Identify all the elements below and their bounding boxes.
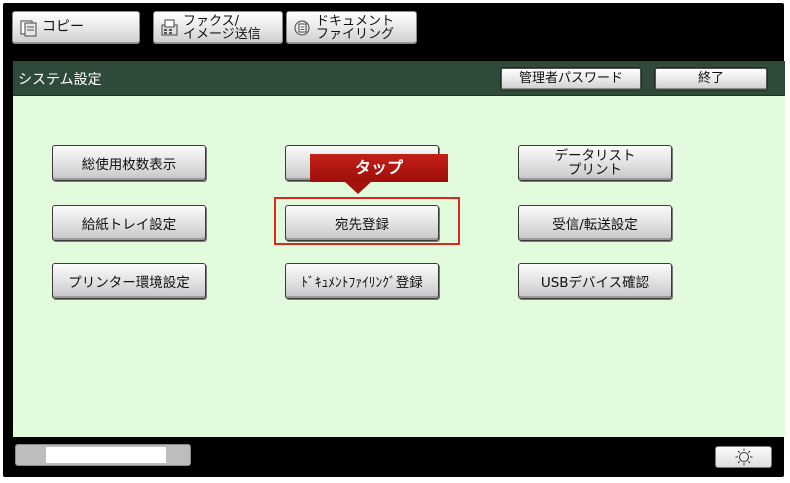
brightness-button[interactable]: [715, 446, 772, 468]
total-count-label: 総使用枚数表示: [81, 157, 177, 173]
page-title: システム設定: [18, 72, 102, 88]
tab-copy-label: コピー: [42, 19, 84, 35]
tab-fax-label: ファクス/ イメージ送信: [183, 13, 261, 42]
receive-forward-label: 受信/転送設定: [552, 217, 638, 233]
usb-check-label: USBデバイス確認: [540, 275, 650, 291]
admin-password-button[interactable]: 管理者パスワード: [501, 68, 641, 90]
device-screen: コピー ファクス/ イメージ送信 ドキュメント ファイリング システム設定 管理…: [3, 3, 785, 477]
tap-callout: タップ: [310, 154, 448, 182]
data-list-label: データリスト プリント: [554, 148, 636, 178]
usb-device-check-button[interactable]: USBデバイス確認: [518, 263, 672, 299]
system-settings-panel: システム設定 管理者パスワード 終了 総使用枚数表示 給紙トレイ設定 プリンター…: [13, 61, 785, 437]
tap-callout-arrow: [345, 182, 371, 194]
tab-doc-label: ドキュメント ファイリング: [316, 13, 395, 42]
tab-document-filing[interactable]: ドキュメント ファイリング: [286, 11, 417, 44]
tab-fax-image-send[interactable]: ファクス/ イメージ送信: [153, 11, 283, 44]
tap-highlight-box: [274, 197, 460, 245]
printer-env-label: プリンター環境設定: [68, 275, 190, 291]
job-status-bar[interactable]: [15, 444, 191, 466]
tab-copy[interactable]: コピー: [12, 11, 140, 44]
brightness-icon: [735, 448, 752, 466]
paper-tray-settings-button[interactable]: 給紙トレイ設定: [52, 205, 206, 241]
printer-environment-settings-button[interactable]: プリンター環境設定: [52, 263, 206, 299]
total-count-button[interactable]: 総使用枚数表示: [52, 145, 206, 181]
document-filing-icon: [294, 20, 310, 35]
title-bar: システム設定 管理者パスワード 終了: [13, 61, 785, 96]
copy-icon: [20, 20, 37, 36]
fax-icon: [161, 19, 178, 35]
end-button[interactable]: 終了: [655, 68, 767, 90]
paper-tray-label: 給紙トレイ設定: [81, 217, 177, 233]
job-status-field: [46, 447, 166, 463]
receive-forward-settings-button[interactable]: 受信/転送設定: [518, 205, 672, 241]
document-filing-registration-button[interactable]: ﾄﾞｷｭﾒﾝﾄﾌｧｲﾘﾝｸﾞ登録: [285, 263, 439, 299]
doc-filing-reg-label: ﾄﾞｷｭﾒﾝﾄﾌｧｲﾘﾝｸﾞ登録: [301, 275, 423, 291]
data-list-print-button[interactable]: データリスト プリント: [518, 145, 672, 181]
